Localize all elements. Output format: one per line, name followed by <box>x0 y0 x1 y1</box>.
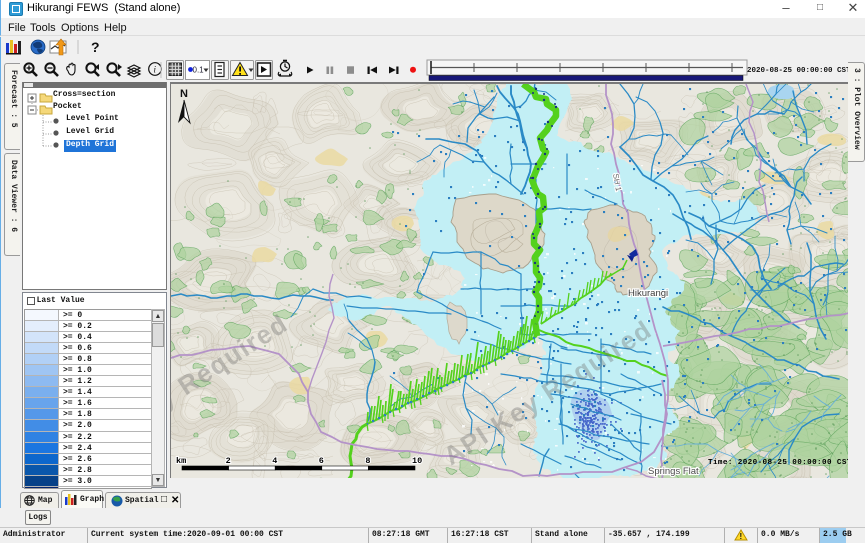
svg-text:2020-08-25 00:00:00 CST: 2020-08-25 00:00:00 CST <box>747 67 851 75</box>
svg-text:10: 10 <box>412 456 422 466</box>
svg-text:Springs Flat: Springs Flat <box>648 466 699 477</box>
svg-text:4: 4 <box>272 456 277 466</box>
svg-text:?: ? <box>91 39 100 55</box>
svg-text:0.1: 0.1 <box>193 66 205 75</box>
svg-text:2: 2 <box>226 456 231 466</box>
svg-text:6: 6 <box>319 456 324 466</box>
svg-text:km: km <box>176 456 186 466</box>
svg-text:!: ! <box>740 532 743 541</box>
svg-text:N: N <box>180 88 188 100</box>
svg-text:Time: 2020-08-25 00:00:00 CST: Time: 2020-08-25 00:00:00 CST <box>708 459 848 467</box>
svg-text:8: 8 <box>365 456 370 466</box>
svg-text:i: i <box>154 65 157 75</box>
svg-text:Hikurangi: Hikurangi <box>628 288 668 299</box>
